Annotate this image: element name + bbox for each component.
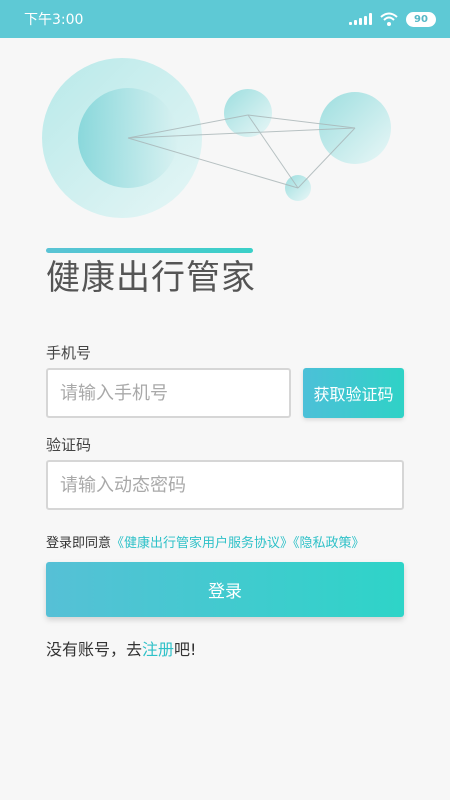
app-title: 健康出行管家	[46, 258, 256, 298]
privacy-policy-link[interactable]: 《隐私政策》	[293, 536, 365, 551]
register-suffix: 吧!	[174, 640, 197, 659]
code-label: 验证码	[46, 436, 92, 454]
phone-input[interactable]	[46, 368, 291, 418]
status-bar: 下午3:00 90	[0, 0, 450, 38]
user-agreement-link[interactable]: 《健康出行管家用户服务协议》	[111, 536, 293, 551]
register-prefix: 没有账号，去	[46, 640, 143, 659]
hero-circle-top	[224, 89, 272, 137]
hero-illustration	[42, 58, 391, 218]
get-code-button[interactable]: 获取验证码	[303, 368, 404, 418]
agreement-prefix: 登录即同意	[46, 536, 112, 551]
status-icons: 90	[349, 11, 436, 27]
register-link[interactable]: 注册	[142, 640, 174, 659]
signal-icon	[349, 13, 372, 25]
agreement-text: 登录即同意《健康出行管家用户服务协议》《隐私政策》	[46, 532, 365, 551]
code-input[interactable]	[46, 460, 404, 510]
status-time: 下午3:00	[24, 12, 84, 28]
login-button[interactable]: 登录	[46, 562, 404, 617]
register-prompt: 没有账号，去注册吧!	[46, 636, 196, 660]
wifi-icon	[380, 12, 398, 26]
phone-label: 手机号	[46, 344, 92, 362]
title-accent-bar	[46, 248, 253, 253]
battery-indicator: 90	[406, 11, 436, 27]
